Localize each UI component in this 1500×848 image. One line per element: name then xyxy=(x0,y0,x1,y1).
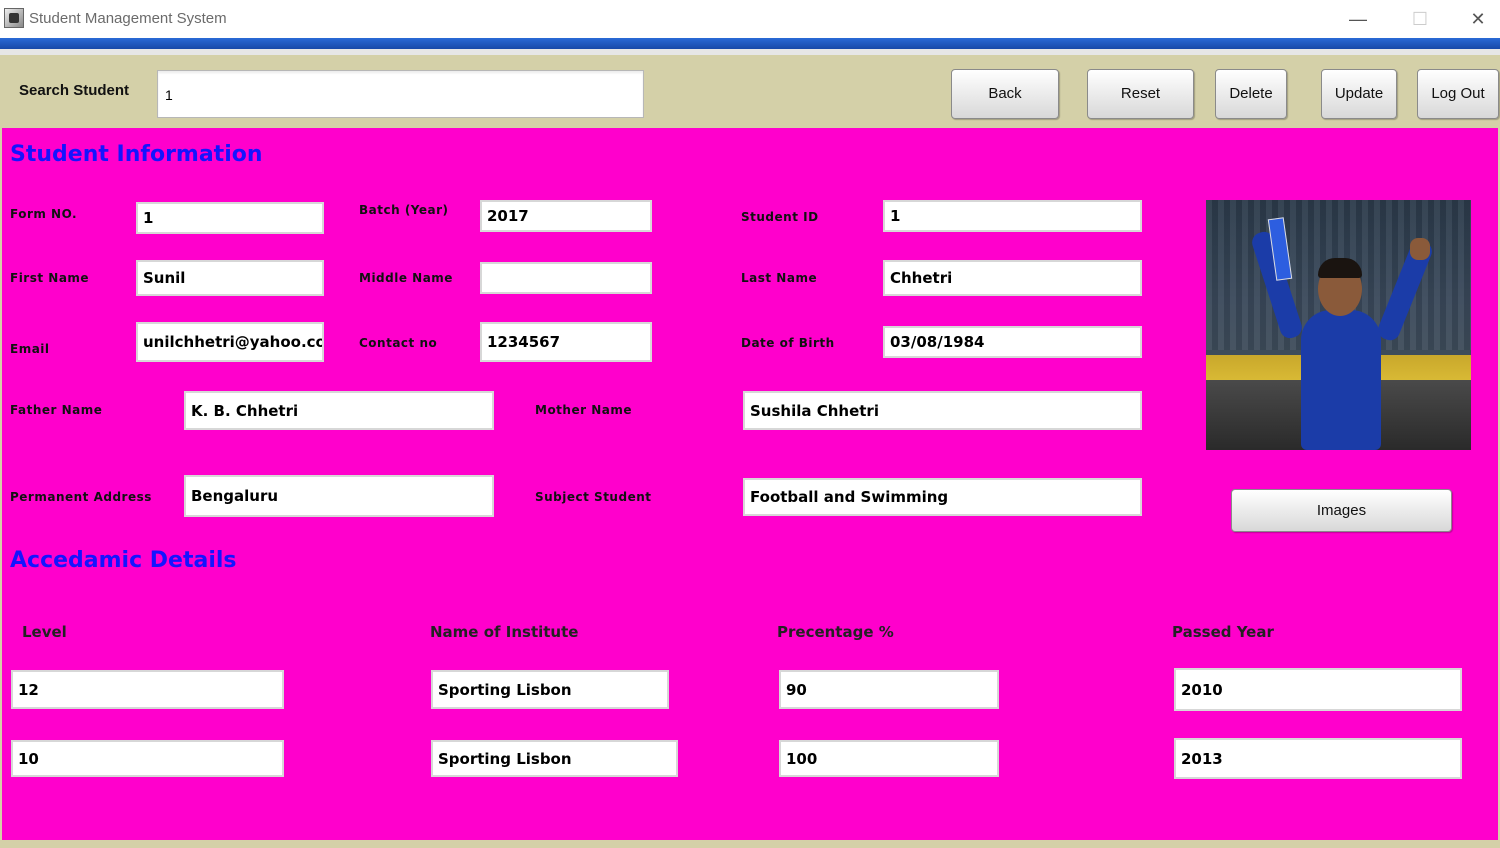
student-id-field[interactable]: 1 xyxy=(883,200,1142,232)
student-photo xyxy=(1206,200,1471,450)
institute-header: Name of Institute xyxy=(430,623,579,641)
photo-hand xyxy=(1410,238,1430,260)
search-label: Search Student xyxy=(19,82,130,99)
dob-label: Date of Birth xyxy=(741,336,835,350)
passed-year-header: Passed Year xyxy=(1172,623,1274,641)
academic-details-title: Accedamic Details xyxy=(10,548,237,573)
institute-field[interactable]: Sporting Lisbon xyxy=(431,670,669,709)
contact-field[interactable]: 1234567 xyxy=(480,322,652,362)
middle-name-label: Middle Name xyxy=(359,271,453,285)
level-field[interactable]: 12 xyxy=(11,670,284,709)
reset-button[interactable]: Reset xyxy=(1087,69,1194,119)
delete-button[interactable]: Delete xyxy=(1215,69,1287,119)
photo-jersey xyxy=(1301,310,1381,450)
father-name-field[interactable]: K. B. Chhetri xyxy=(184,391,494,430)
percentage-field[interactable]: 90 xyxy=(779,670,999,709)
search-input[interactable]: 1 xyxy=(157,70,644,118)
level-header: Level xyxy=(22,623,67,641)
logout-button[interactable]: Log Out xyxy=(1417,69,1499,119)
photo-hair xyxy=(1318,258,1362,278)
first-name-label: First Name xyxy=(10,271,90,285)
images-button[interactable]: Images xyxy=(1231,489,1452,532)
window-title: Student Management System xyxy=(29,10,227,27)
maximize-icon[interactable]: ☐ xyxy=(1400,6,1440,32)
address-field[interactable]: Bengaluru xyxy=(184,475,494,517)
batch-label: Batch (Year) xyxy=(359,203,449,217)
subject-label: Subject Student xyxy=(535,490,652,504)
percentage-header: Precentage % xyxy=(777,623,894,641)
batch-field[interactable]: 2017 xyxy=(480,200,652,232)
bottom-strip xyxy=(0,840,1500,848)
middle-name-field[interactable] xyxy=(480,262,652,294)
close-icon[interactable]: ✕ xyxy=(1458,6,1498,32)
back-button[interactable]: Back xyxy=(951,69,1059,119)
mother-name-field[interactable]: Sushila Chhetri xyxy=(743,391,1142,430)
institute-field[interactable]: Sporting Lisbon xyxy=(431,740,678,777)
header-accent-bar xyxy=(0,38,1500,49)
percentage-field[interactable]: 100 xyxy=(779,740,999,777)
email-label: Email xyxy=(10,342,50,356)
address-label: Permanent Address xyxy=(10,490,152,504)
student-information-title: Student Information xyxy=(10,142,263,167)
dob-field[interactable]: 03/08/1984 xyxy=(883,326,1142,358)
update-button[interactable]: Update xyxy=(1321,69,1397,119)
first-name-field[interactable]: Sunil xyxy=(136,260,324,296)
minimize-icon[interactable]: — xyxy=(1338,6,1378,32)
email-field[interactable]: unilchhetri@yahoo.com xyxy=(136,322,324,362)
form-no-label: Form NO. xyxy=(10,207,78,221)
form-no-field[interactable]: 1 xyxy=(136,202,324,234)
app-icon xyxy=(4,8,24,28)
father-name-label: Father Name xyxy=(10,403,103,417)
last-name-field[interactable]: Chhetri xyxy=(883,260,1142,296)
window-titlebar: Student Management System — ☐ ✕ xyxy=(0,0,1500,39)
level-field[interactable]: 10 xyxy=(11,740,284,777)
passed-year-field[interactable]: 2013 xyxy=(1174,738,1462,779)
mother-name-label: Mother Name xyxy=(535,403,632,417)
student-id-label: Student ID xyxy=(741,210,819,224)
passed-year-field[interactable]: 2010 xyxy=(1174,668,1462,711)
last-name-label: Last Name xyxy=(741,271,818,285)
contact-label: Contact no xyxy=(359,336,438,350)
subject-field[interactable]: Football and Swimming xyxy=(743,478,1142,516)
